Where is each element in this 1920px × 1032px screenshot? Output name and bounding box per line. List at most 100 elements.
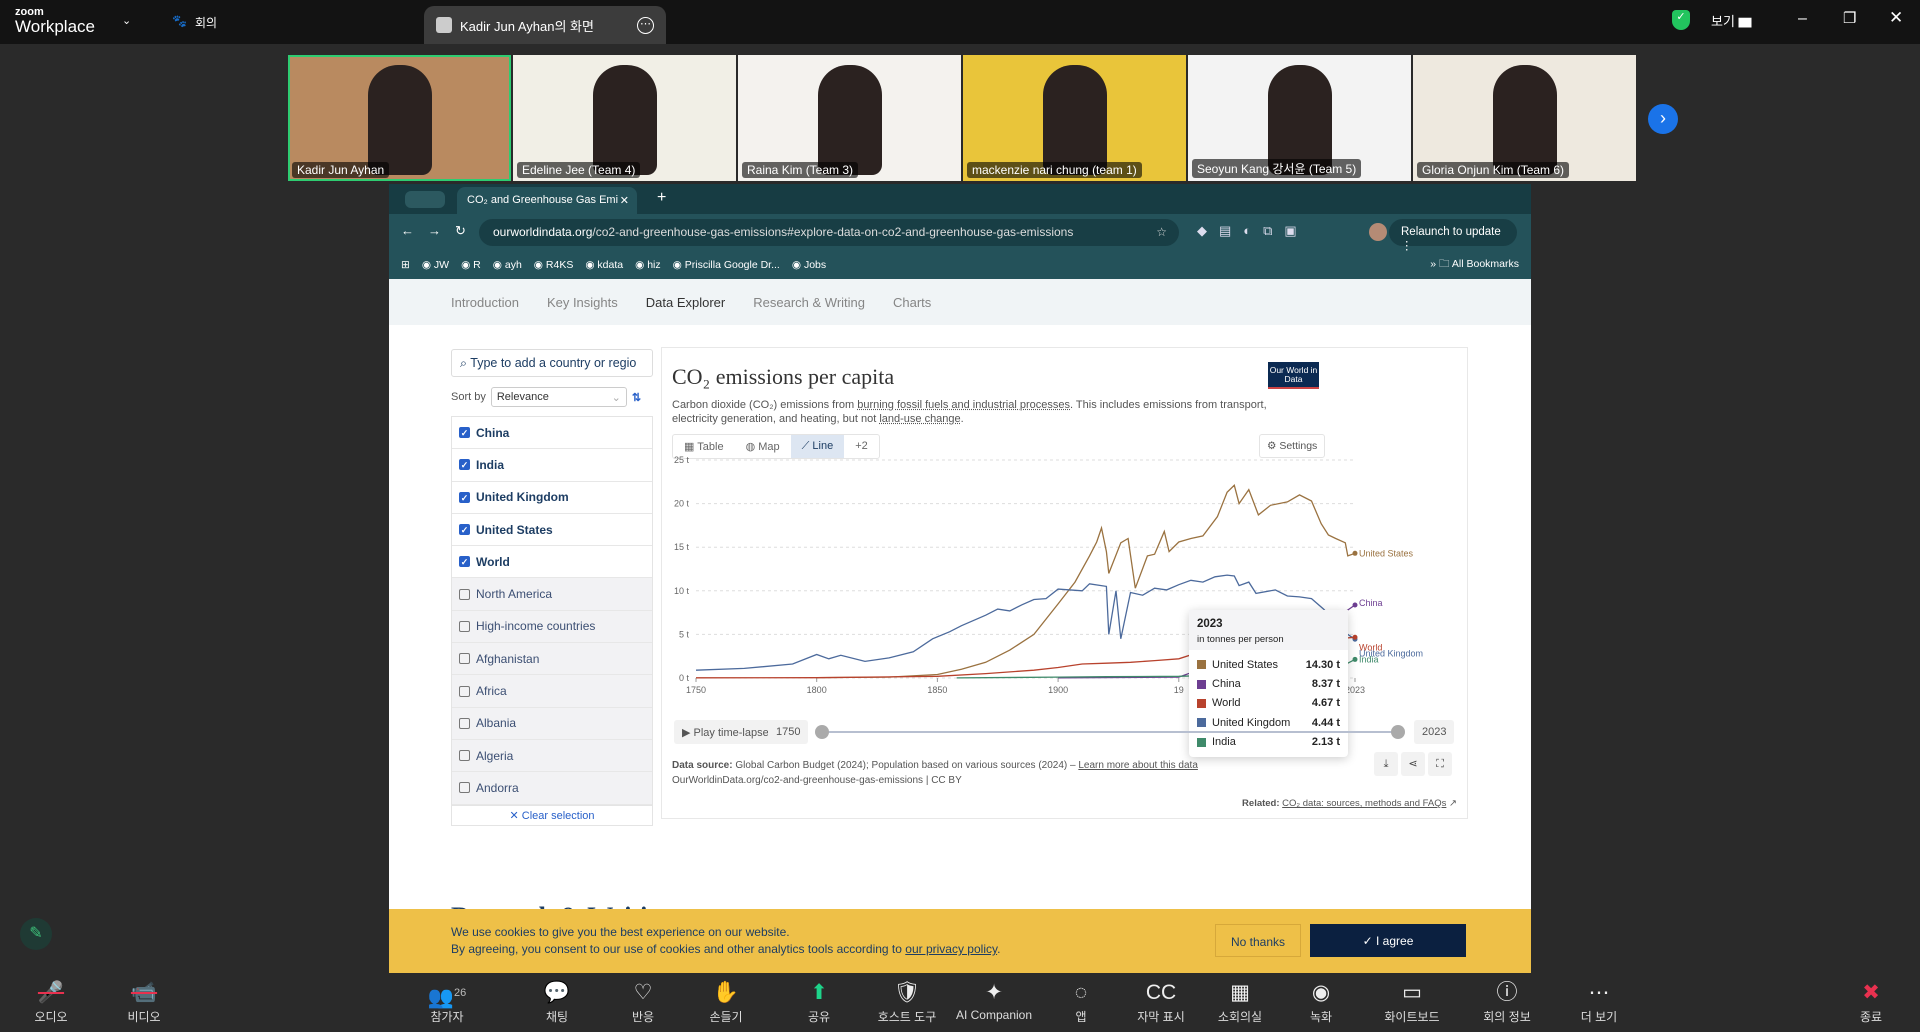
view-button[interactable]: 보기 ▆ xyxy=(1711,11,1752,30)
toolbar-button[interactable]: ⋯ 더 보기 xyxy=(1559,978,1639,1025)
chevron-down-icon[interactable]: ⌄ xyxy=(122,14,131,27)
restore-button[interactable]: ❐ xyxy=(1843,9,1856,27)
relaunch-to-update-button[interactable]: Relaunch to update ⋮ xyxy=(1389,219,1517,252)
series-end-point[interactable] xyxy=(1352,634,1358,640)
more-options-icon[interactable]: ⋯ xyxy=(637,16,654,34)
series-end-point[interactable] xyxy=(1352,602,1358,608)
timeline-start-year[interactable]: 1750 xyxy=(768,720,809,744)
nav-buttons[interactable]: ←→↻ xyxy=(401,223,480,239)
checkbox-unchecked[interactable] xyxy=(459,750,470,762)
play-timelapse-button[interactable]: ▶ Play time-lapse xyxy=(674,720,777,744)
privacy-policy-link[interactable]: our privacy policy xyxy=(905,942,997,956)
checkbox-unchecked[interactable] xyxy=(459,717,470,729)
participant-video[interactable]: mackenzie nari chung (team 1) xyxy=(963,55,1186,181)
checkbox-unchecked[interactable] xyxy=(459,588,470,600)
toolbar-button[interactable]: ✦ AI Companion xyxy=(954,978,1034,1022)
learn-more-link[interactable]: Learn more about this data xyxy=(1078,760,1198,771)
fossil-fuels-link[interactable]: burning fossil fuels and industrial proc… xyxy=(857,399,1070,411)
checkbox-checked[interactable]: ✓ xyxy=(459,459,470,471)
toolbar-button[interactable]: 🎤 오디오 xyxy=(11,978,91,1025)
entity-list-item[interactable]: Albania xyxy=(452,707,652,740)
sort-order-icon[interactable]: ⇅ xyxy=(632,391,641,404)
security-shield-icon[interactable]: ✓ xyxy=(1672,10,1690,30)
toolbar-button[interactable]: ✖ 종료 xyxy=(1831,978,1911,1025)
timeline-start-handle[interactable] xyxy=(815,725,829,739)
timeline-end-year[interactable]: 2023 xyxy=(1414,720,1455,744)
all-bookmarks[interactable]: » 🗀 All Bookmarks xyxy=(1430,256,1519,274)
nav-item[interactable]: Key Insights xyxy=(547,295,618,310)
bookmark-item[interactable]: ◉ R4KS xyxy=(534,259,574,271)
participant-video[interactable]: Seoyun Kang 강서윤 (Team 5) xyxy=(1188,55,1411,181)
nav-item[interactable]: Data Explorer xyxy=(646,295,725,310)
bookmark-item[interactable]: ◉ Jobs xyxy=(792,259,826,271)
close-button[interactable]: ✕ xyxy=(1889,8,1903,28)
tab-group-icon[interactable] xyxy=(405,191,445,208)
new-tab-button[interactable]: + xyxy=(657,189,666,207)
toolbar-button[interactable]: ✋ 손들기 xyxy=(686,978,766,1025)
related-link[interactable]: Related: CO₂ data: sources, methods and … xyxy=(1242,798,1457,809)
bookmark-item[interactable]: ◉ kdata xyxy=(585,259,623,271)
checkbox-checked[interactable]: ✓ xyxy=(459,427,470,439)
minimize-button[interactable]: – xyxy=(1798,10,1807,28)
profile-avatar[interactable] xyxy=(1369,223,1387,241)
sort-select[interactable]: Relevance ⌄ xyxy=(490,387,627,407)
toolbar-button[interactable]: ♡ 반응 xyxy=(603,978,683,1025)
entity-list-item[interactable]: North America xyxy=(452,578,652,611)
clear-selection-button[interactable]: ✕ Clear selection xyxy=(451,805,653,826)
bookmark-item[interactable]: ◉ hiz xyxy=(635,259,661,271)
close-tab-icon[interactable]: ✕ xyxy=(620,194,629,207)
series-end-point[interactable] xyxy=(1352,656,1358,662)
toolbar-button[interactable]: ▭ 화이트보드 xyxy=(1372,978,1452,1025)
toolbar-button[interactable]: ⬆ 공유 xyxy=(779,978,859,1025)
entity-list-item[interactable]: ✓ United Kingdom xyxy=(452,481,652,514)
timeline-track[interactable] xyxy=(822,731,1397,733)
toolbar-button[interactable]: 👥26 참가자 xyxy=(407,978,487,1025)
entity-list-item[interactable]: ✓ India xyxy=(452,449,652,482)
toolbar-button[interactable]: 📹 비디오 xyxy=(104,978,184,1025)
nav-item[interactable]: Charts xyxy=(893,295,931,310)
nav-item[interactable]: Introduction xyxy=(451,295,519,310)
entity-list-item[interactable]: ✓ China xyxy=(452,417,652,450)
entity-list-item[interactable]: Afghanistan xyxy=(452,643,652,676)
participant-video[interactable]: Gloria Onjun Kim (Team 6) xyxy=(1413,55,1636,181)
next-page-arrow-icon[interactable]: › xyxy=(1648,104,1678,134)
participant-video[interactable]: Kadir Jun Ayhan xyxy=(288,55,511,181)
checkbox-checked[interactable]: ✓ xyxy=(459,556,470,568)
bookmark-item[interactable]: ◉ R xyxy=(461,259,481,271)
checkbox-unchecked[interactable] xyxy=(459,620,470,632)
land-use-link[interactable]: land-use change xyxy=(879,413,960,425)
toolbar-button[interactable]: 🛡 호스트 도구 xyxy=(867,978,947,1025)
share-icon[interactable]: ⋖ xyxy=(1401,752,1425,776)
checkbox-checked[interactable]: ✓ xyxy=(459,524,470,536)
download-icon[interactable]: ⤓ xyxy=(1374,752,1398,776)
entity-list-item[interactable]: ✓ United States xyxy=(452,513,652,547)
fullscreen-icon[interactable]: ⛶ xyxy=(1428,752,1452,776)
participant-video[interactable]: Edeline Jee (Team 4) xyxy=(513,55,736,181)
owid-logo[interactable]: Our World in Data xyxy=(1268,362,1319,389)
related-link-text[interactable]: CO₂ data: sources, methods and FAQs xyxy=(1282,798,1446,809)
meeting-menu[interactable]: 🐾 회의 xyxy=(172,14,217,31)
toolbar-button[interactable]: CC 자막 표시 xyxy=(1121,978,1201,1025)
toolbar-button[interactable]: ◉ 녹화 xyxy=(1281,978,1361,1025)
toolbar-button[interactable]: ◌ 앱 xyxy=(1041,978,1121,1025)
toolbar-button[interactable]: ⓘ 회의 정보 xyxy=(1467,978,1547,1025)
entity-list-item[interactable]: Andorra xyxy=(452,772,652,805)
browser-tab[interactable]: CO₂ and Greenhouse Gas Emi ✕ xyxy=(457,187,637,214)
participant-video[interactable]: Raina Kim (Team 3) xyxy=(738,55,961,181)
bookmark-item[interactable]: ◉ ayh xyxy=(493,259,522,271)
apps-icon[interactable]: ⊞ xyxy=(401,259,410,271)
entity-list-item[interactable]: High-income countries xyxy=(452,610,652,644)
no-thanks-button[interactable]: No thanks xyxy=(1215,924,1301,957)
screen-share-tab[interactable]: Kadir Jun Ayhan의 화면 ⋯ xyxy=(424,6,666,44)
entity-list-item[interactable]: Algeria xyxy=(452,739,652,773)
checkbox-unchecked[interactable] xyxy=(459,782,470,794)
series-end-point[interactable] xyxy=(1352,550,1358,556)
timeline-end-handle[interactable] xyxy=(1391,725,1405,739)
bookmark-star-icon[interactable]: ☆ xyxy=(1156,225,1167,239)
toolbar-button[interactable]: ▦ 소회의실 xyxy=(1200,978,1280,1025)
checkbox-checked[interactable]: ✓ xyxy=(459,491,470,503)
address-bar[interactable]: ourworldindata.org/co2-and-greenhouse-ga… xyxy=(479,219,1179,246)
i-agree-button[interactable]: ✓ I agree xyxy=(1310,924,1466,957)
bookmark-item[interactable]: ◉ JW xyxy=(422,259,449,271)
nav-item[interactable]: Research & Writing xyxy=(753,295,865,310)
